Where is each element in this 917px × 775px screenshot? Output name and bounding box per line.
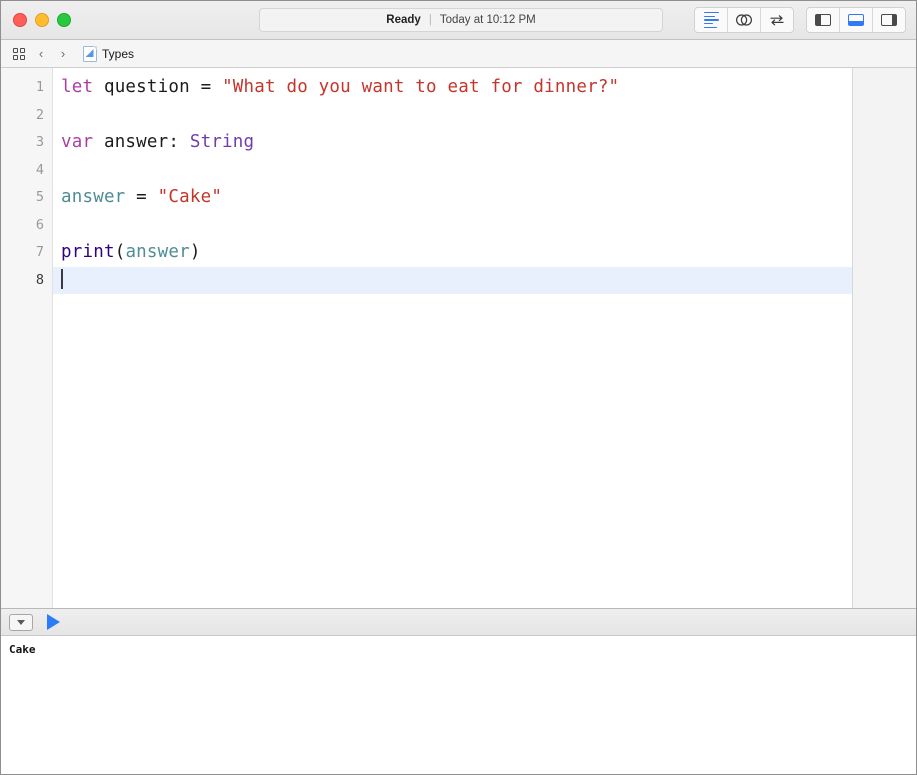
chevron-right-icon: › [60, 46, 66, 61]
code-token-var: answer [125, 242, 190, 262]
code-token-str: "What do you want to eat for dinner?" [222, 77, 620, 97]
code-text-area[interactable]: let question = "What do you want to eat … [53, 68, 852, 608]
text-cursor [61, 268, 63, 289]
code-line[interactable]: var answer: String [53, 129, 852, 157]
code-token-plain: = [125, 187, 158, 207]
status-field[interactable]: Ready | Today at 10:12 PM [259, 8, 663, 32]
assistant-editor-button[interactable] [728, 8, 761, 32]
code-line[interactable] [53, 157, 852, 185]
debug-area: Cake [1, 609, 916, 774]
code-line[interactable]: print(answer) [53, 239, 852, 267]
code-token-var: answer [61, 187, 126, 207]
toolbar-right [694, 7, 906, 33]
venn-circles-icon [735, 14, 752, 26]
navigate-back-button[interactable]: ‹ [31, 44, 51, 64]
code-token-plain: ) [189, 242, 201, 262]
grid-icon [13, 47, 25, 60]
status-separator: | [428, 14, 432, 26]
toggle-inspector-button[interactable] [873, 8, 905, 32]
line-number: 3 [35, 134, 44, 150]
panel-bottom-icon [848, 14, 864, 26]
line-number: 8 [35, 271, 44, 288]
debug-toolbar [1, 609, 916, 636]
panel-left-icon [815, 14, 831, 26]
code-pane[interactable]: 1 2 3 4 5 6 7 8 let question = "What do you wan… [1, 68, 852, 608]
titlebar: Ready | Today at 10:12 PM [1, 1, 916, 40]
breadcrumb-item-types[interactable]: Types [83, 45, 135, 62]
line-number: 6 [35, 216, 44, 233]
code-token-fn: print [61, 242, 115, 262]
lines-icon [703, 10, 719, 31]
breadcrumb-label: Types [102, 46, 135, 61]
code-token-plain: question = [93, 77, 223, 97]
standard-editor-button[interactable] [695, 8, 728, 32]
swap-arrows-icon [770, 15, 784, 26]
line-number: 7 [35, 244, 44, 260]
toggle-navigator-button[interactable] [807, 8, 840, 32]
results-sidebar [852, 68, 916, 608]
code-line[interactable] [53, 102, 852, 130]
code-line[interactable] [53, 212, 852, 240]
status-time-label: Today at 10:12 PM [439, 14, 536, 26]
maximize-button[interactable] [57, 13, 71, 27]
line-number: 4 [35, 161, 44, 178]
toggle-debug-area-button[interactable] [840, 8, 873, 32]
disclosure-triangle-icon[interactable] [9, 613, 33, 631]
code-line[interactable] [53, 266, 852, 294]
status-ready-label: Ready [386, 14, 421, 26]
playground-file-icon [83, 45, 97, 62]
breadcrumb: ‹ › Types [1, 40, 916, 68]
play-icon[interactable] [47, 614, 60, 630]
code-token-type: String [189, 132, 255, 152]
traffic-lights [13, 13, 71, 27]
line-number: 1 [35, 79, 44, 95]
code-token-str: "Cake" [157, 187, 223, 207]
code-token-plain: ( [114, 242, 126, 262]
xcode-playground-window: Ready | Today at 10:12 PM ‹ › Types 1 2 … [0, 0, 917, 775]
code-line[interactable]: answer = "Cake" [53, 184, 852, 212]
line-number: 5 [35, 189, 44, 205]
editor-area: 1 2 3 4 5 6 7 8 let question = "What do you wan… [1, 68, 916, 609]
editor-mode-group [694, 7, 794, 33]
line-number-gutter: 1 2 3 4 5 6 7 8 [1, 68, 53, 608]
close-button[interactable] [13, 13, 27, 27]
chevron-left-icon: ‹ [38, 46, 44, 61]
panel-right-icon [881, 14, 897, 26]
console-output: Cake [1, 636, 916, 774]
code-token-key: var [61, 132, 94, 152]
panel-toggle-group [806, 7, 906, 33]
code-token-plain: answer: [93, 132, 190, 152]
line-number: 2 [35, 106, 44, 123]
code-token-key: let [61, 77, 94, 97]
related-items-button[interactable] [9, 44, 29, 64]
code-line[interactable]: let question = "What do you want to eat … [53, 74, 852, 102]
version-editor-button[interactable] [761, 8, 793, 32]
minimize-button[interactable] [35, 13, 49, 27]
navigate-forward-button[interactable]: › [53, 44, 73, 64]
